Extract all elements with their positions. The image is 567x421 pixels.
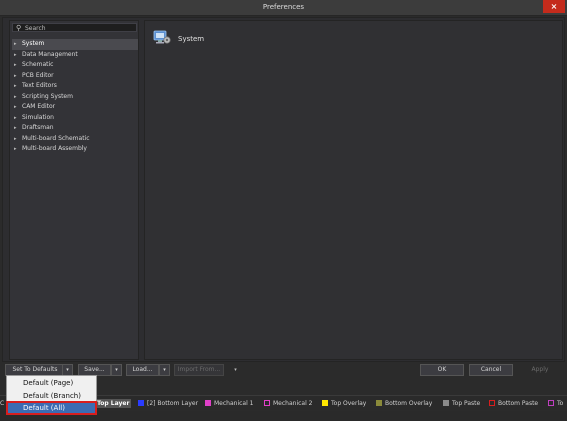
search-icon: ⚲ — [16, 24, 22, 32]
close-button[interactable]: × — [543, 0, 565, 13]
preferences-tree: ▸ System ▸ Data Management ▸ Schematic ▸ PCB… — [12, 39, 138, 155]
tree-item-cam-editor[interactable]: ▸ CAM Editor — [12, 102, 138, 113]
load-button[interactable]: Load... — [126, 364, 159, 376]
expand-arrow-icon[interactable]: ▸ — [14, 81, 17, 92]
layer-color-swatch — [322, 400, 328, 406]
tree-item-scripting-system[interactable]: ▸ Scripting System — [12, 92, 138, 103]
page-title: System — [178, 35, 205, 43]
apply-button[interactable]: Apply — [518, 364, 562, 376]
ok-button[interactable]: OK — [420, 364, 464, 376]
layer-color-swatch — [205, 400, 211, 406]
expand-arrow-icon[interactable]: ▸ — [14, 144, 17, 155]
layer-tab-bottom-layer[interactable]: [2] Bottom Layer — [138, 399, 198, 408]
layer-tab-top-overlay[interactable]: Top Overlay — [322, 399, 366, 408]
layer-color-swatch — [138, 400, 144, 406]
tree-item-simulation[interactable]: ▸ Simulation — [12, 113, 138, 124]
expand-arrow-icon[interactable]: ▸ — [14, 60, 17, 71]
layer-tab-partial[interactable]: C — [0, 399, 4, 408]
tree-item-data-management[interactable]: ▸ Data Management — [12, 50, 138, 61]
menu-item-default-branch[interactable]: Default (Branch) — [7, 390, 96, 402]
import-from-dropdown-button[interactable]: ▾ — [230, 364, 241, 376]
layer-tab-bottom-overlay[interactable]: Bottom Overlay — [376, 399, 432, 408]
layer-color-swatch — [376, 400, 382, 406]
layer-tab-top-layer[interactable]: Top Layer — [95, 399, 132, 408]
system-icon — [153, 30, 171, 44]
layer-tab-top-paste[interactable]: Top Paste — [443, 399, 480, 408]
search-box[interactable]: ⚲ — [12, 23, 137, 32]
tree-item-multi-board-schematic[interactable]: ▸ Multi-board Schematic — [12, 134, 138, 145]
tree-item-draftsman[interactable]: ▸ Draftsman — [12, 123, 138, 134]
expand-arrow-icon[interactable]: ▸ — [14, 71, 17, 82]
window-title: Preferences — [262, 3, 305, 11]
expand-arrow-icon[interactable]: ▸ — [14, 39, 17, 50]
cancel-button[interactable]: Cancel — [469, 364, 513, 376]
layer-tab-bottom-paste[interactable]: Bottom Paste — [489, 399, 538, 408]
layer-tab-mechanical-2[interactable]: Mechanical 2 — [264, 399, 312, 408]
save-dropdown-button[interactable]: ▾ — [111, 364, 122, 376]
tree-item-system[interactable]: ▸ System — [12, 39, 138, 50]
expand-arrow-icon[interactable]: ▸ — [14, 123, 17, 134]
title-bar: Preferences × — [0, 0, 567, 16]
menu-item-default-page[interactable]: Default (Page) — [7, 377, 96, 389]
tree-item-schematic[interactable]: ▸ Schematic — [12, 60, 138, 71]
expand-arrow-icon[interactable]: ▸ — [14, 113, 17, 124]
import-from-button[interactable]: Import From... — [174, 364, 224, 376]
expand-arrow-icon[interactable]: ▸ — [14, 92, 17, 103]
layer-color-swatch — [264, 400, 270, 406]
menu-item-default-all[interactable]: Default (All) — [6, 401, 97, 415]
tree-item-text-editors[interactable]: ▸ Text Editors — [12, 81, 138, 92]
layer-color-swatch — [443, 400, 449, 406]
layer-tab-partial-right[interactable]: To — [548, 399, 563, 408]
expand-arrow-icon[interactable]: ▸ — [14, 134, 17, 145]
layer-tab-mechanical-1[interactable]: Mechanical 1 — [205, 399, 253, 408]
preferences-dialog: ⚲ ▸System ▸Data Management ▸Schematic ▸P… — [2, 17, 565, 362]
layer-color-swatch — [548, 400, 554, 406]
sidebar: ⚲ ▸System ▸Data Management ▸Schematic ▸P… — [9, 20, 139, 360]
expand-arrow-icon[interactable]: ▸ — [14, 50, 17, 61]
set-to-defaults-menu: Default (Page) Default (Branch) Default … — [6, 375, 97, 415]
content-panel: System — [144, 20, 563, 360]
tree-item-pcb-editor[interactable]: ▸ PCB Editor — [12, 71, 138, 82]
load-dropdown-button[interactable]: ▾ — [159, 364, 170, 376]
search-input[interactable] — [25, 24, 135, 32]
layer-color-swatch — [489, 400, 495, 406]
expand-arrow-icon[interactable]: ▸ — [14, 102, 17, 113]
tree-item-multi-board-assembly[interactable]: ▸ Multi-board Assembly — [12, 144, 138, 155]
